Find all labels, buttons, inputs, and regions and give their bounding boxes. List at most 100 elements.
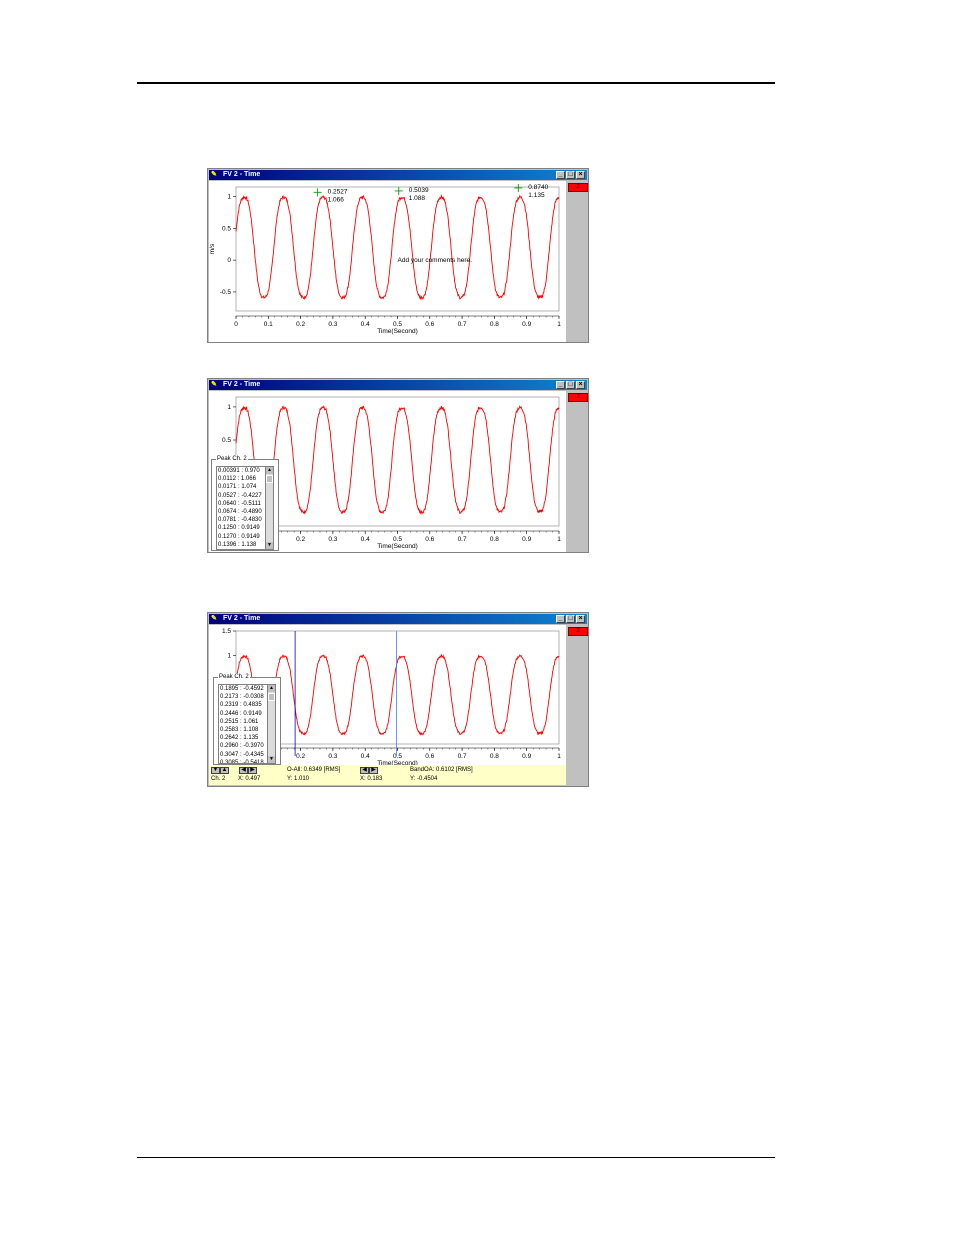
signal-trace — [235, 653, 560, 736]
title-bar[interactable]: ✎ FV 2 - Time _ □ × — [209, 614, 587, 624]
peak-list-item[interactable]: 0.0781 : -0.4830 — [217, 516, 265, 524]
x-tick-label: 0.9 — [522, 536, 531, 543]
peak-list-item[interactable]: 0.1270 : 0.9149 — [217, 533, 265, 541]
x-tick-label: 0.4 — [361, 321, 370, 328]
scroll-down-arrow-icon[interactable]: ▼ — [268, 756, 275, 763]
x-tick-label: 1 — [557, 536, 561, 543]
plot-area[interactable]: 1 0.5 0.2 0.3 0.4 0.5 0.6 0.7 0.8 0.9 1 Time(Second… — [209, 391, 566, 552]
channel-2-button[interactable]: 2 — [568, 183, 588, 192]
peak-list-item[interactable]: 0.2583 : 1.108 — [219, 726, 267, 734]
close-icon[interactable]: × — [576, 171, 585, 179]
signal-trace — [235, 193, 560, 301]
plot-area[interactable]: 1.5 1 0.2 0.3 0.4 0.5 0.6 0.7 0.8 0.9 1 Time(Second… — [209, 625, 566, 767]
peak-list-label: Peak Ch. 2 — [216, 455, 248, 463]
maximize-icon[interactable]: □ — [566, 381, 575, 389]
y-tick-label: 1 — [227, 404, 231, 411]
channel-up-button[interactable]: ▲ — [220, 767, 229, 774]
cursor1-right-button[interactable]: ▶ — [248, 767, 257, 774]
window-fv2-time-peaks[interactable]: ✎ FV 2 - Time _ □ × 1 0.5 0.2 0.3 0.4 0.5 0.6 0… — [207, 378, 589, 553]
cursor1-left-button[interactable]: ◀ — [239, 767, 248, 774]
peak-list-item[interactable]: 0.1396 : 1.138 — [217, 541, 265, 549]
x-tick-label: 0.5 — [393, 536, 402, 543]
footer-rule — [137, 1157, 775, 1158]
x-tick-label: 0.3 — [328, 321, 337, 328]
x-tick-label: 0.2 — [296, 753, 305, 760]
scroll-up-arrow-icon[interactable]: ▲ — [268, 685, 275, 692]
cursor-status-bar: ▼ ▲ Ch. 2 ◀ ▶ X: 0.497 O-All: 0.6349 [RM… — [209, 765, 566, 785]
close-icon[interactable]: × — [576, 381, 585, 389]
maximize-icon[interactable]: □ — [566, 171, 575, 179]
peak-list-item[interactable]: 0.0171 : 1.074 — [217, 483, 265, 491]
peak-list-item[interactable]: 0.3085 : -0.5418 — [219, 759, 267, 763]
channel-2-button[interactable]: 2 — [568, 393, 588, 402]
window-title: FV 2 - Time — [223, 615, 261, 622]
maximize-icon[interactable]: □ — [566, 615, 575, 623]
time-chart[interactable]: 1 0.5 0 -0.5 0 0.1 0.2 0.3 0.4 0.5 0.6 0.7 0.8 0.9 1 Ti… — [209, 181, 566, 342]
y-tick-label: 0 — [227, 257, 231, 264]
peak-list-item[interactable]: 0.2446 : 0.9149 — [219, 710, 267, 718]
peak-list-item[interactable]: 0.0527 : -0.4227 — [217, 492, 265, 500]
peak-list-item[interactable]: 0.2319 : 0.4835 — [219, 701, 267, 709]
peak-marker — [394, 186, 403, 195]
x-tick-label: 0.9 — [522, 321, 531, 328]
plot-area[interactable]: 1 0.5 0 -0.5 0 0.1 0.2 0.3 0.4 0.5 0.6 0.7 0.8 0.9 1 Ti… — [209, 181, 566, 342]
peak-list-item[interactable]: 0.2515 : 1.061 — [219, 718, 267, 726]
band-rms: BandOA: 0.6102 [RMS] — [410, 767, 473, 773]
y-tick-label: 0.5 — [222, 437, 231, 444]
overall-rms: O-All: 0.6349 [RMS] — [287, 767, 341, 773]
scroll-down-arrow-icon[interactable]: ▼ — [266, 542, 273, 549]
marker-x-label: 0.8740 — [528, 184, 548, 191]
x-tick-label: 0.5 — [393, 321, 402, 328]
peak-list-item[interactable]: 0.2642 : 1.135 — [219, 734, 267, 742]
header-rule — [137, 82, 775, 84]
peak-list[interactable]: 0.00391 : 0.970 0.0112 : 1.066 0.0171 : 1.… — [216, 466, 266, 550]
minimize-icon[interactable]: _ — [556, 381, 565, 389]
x-tick-label: 0.7 — [458, 321, 467, 328]
peak-list-item[interactable]: 0.0112 : 1.066 — [217, 475, 265, 483]
channel-panel: 2 — [567, 181, 588, 342]
peak-list-item[interactable]: 0.2960 : -0.3970 — [219, 742, 267, 750]
marker-x-label: 0.2527 — [328, 188, 348, 195]
channel-2-button[interactable]: 2 — [568, 627, 588, 636]
plot-frame — [235, 630, 560, 745]
peak-list-item[interactable]: 0.3047 : -0.4345 — [219, 751, 267, 759]
peak-list-scrollbar[interactable]: ▲ ▼ — [265, 466, 274, 550]
title-bar[interactable]: ✎ FV 2 - Time _ □ × — [209, 170, 587, 180]
app-icon: ✎ — [211, 615, 217, 622]
marker-y-label: 1.135 — [528, 192, 545, 199]
cursor2-left-button[interactable]: ◀ — [360, 767, 369, 774]
x-tick-label: 0.2 — [296, 536, 305, 543]
signal-trace — [235, 404, 560, 516]
peak-list-item[interactable]: 0.0640 : -0.5111 — [217, 500, 265, 508]
y-tick-label: 1.5 — [222, 628, 231, 635]
peak-list-item[interactable]: 0.2173 : -0.0308 — [219, 693, 267, 701]
peak-list-label: Peak Ch. 2 — [218, 673, 250, 681]
close-icon[interactable]: × — [576, 615, 585, 623]
window-fv2-time-cursors[interactable]: ✎ FV 2 - Time _ □ × 1.5 1 0.2 0.3 0.4 0.5 0.6 0… — [207, 612, 589, 787]
peak-list-item[interactable]: 0.1895 : -0.4592 — [219, 685, 267, 693]
peak-list-item[interactable]: 0.1250 : 0.9149 — [217, 524, 265, 532]
comment-annotation: Add your comments here. — [398, 257, 473, 264]
window-fv2-time-markers[interactable]: ✎ FV 2 - Time _ □ × 1 0.5 0 -0.5 0 0.1 0.2 0.3 0… — [207, 168, 589, 343]
peak-list-item[interactable]: 0.00391 : 0.970 — [217, 467, 265, 475]
scroll-thumb[interactable] — [268, 693, 275, 701]
peak-list[interactable]: 0.1895 : -0.4592 0.2173 : -0.0308 0.2319 :… — [218, 684, 268, 764]
title-bar[interactable]: ✎ FV 2 - Time _ □ × — [209, 380, 587, 390]
app-icon: ✎ — [211, 171, 217, 178]
y-tick-label: 1 — [227, 194, 231, 201]
minimize-icon[interactable]: _ — [556, 171, 565, 179]
peak-list-scrollbar[interactable]: ▲ ▼ — [267, 684, 276, 764]
y-axis-label: m/s — [209, 243, 216, 254]
cursor2-right-button[interactable]: ▶ — [369, 767, 378, 774]
x-axis-label: Time(Second) — [377, 328, 418, 335]
cursor1-y: Y: 1.010 — [287, 776, 310, 782]
marker-x-label: 0.5039 — [409, 187, 429, 194]
minimize-icon[interactable]: _ — [556, 615, 565, 623]
x-tick-label: 0.8 — [490, 321, 499, 328]
x-tick-label: 0.6 — [425, 753, 434, 760]
scroll-thumb[interactable] — [266, 475, 273, 483]
x-tick-label: 0.8 — [490, 536, 499, 543]
channel-down-button[interactable]: ▼ — [211, 767, 220, 774]
peak-list-item[interactable]: 0.0674 : -0.4890 — [217, 508, 265, 516]
scroll-up-arrow-icon[interactable]: ▲ — [266, 467, 273, 474]
